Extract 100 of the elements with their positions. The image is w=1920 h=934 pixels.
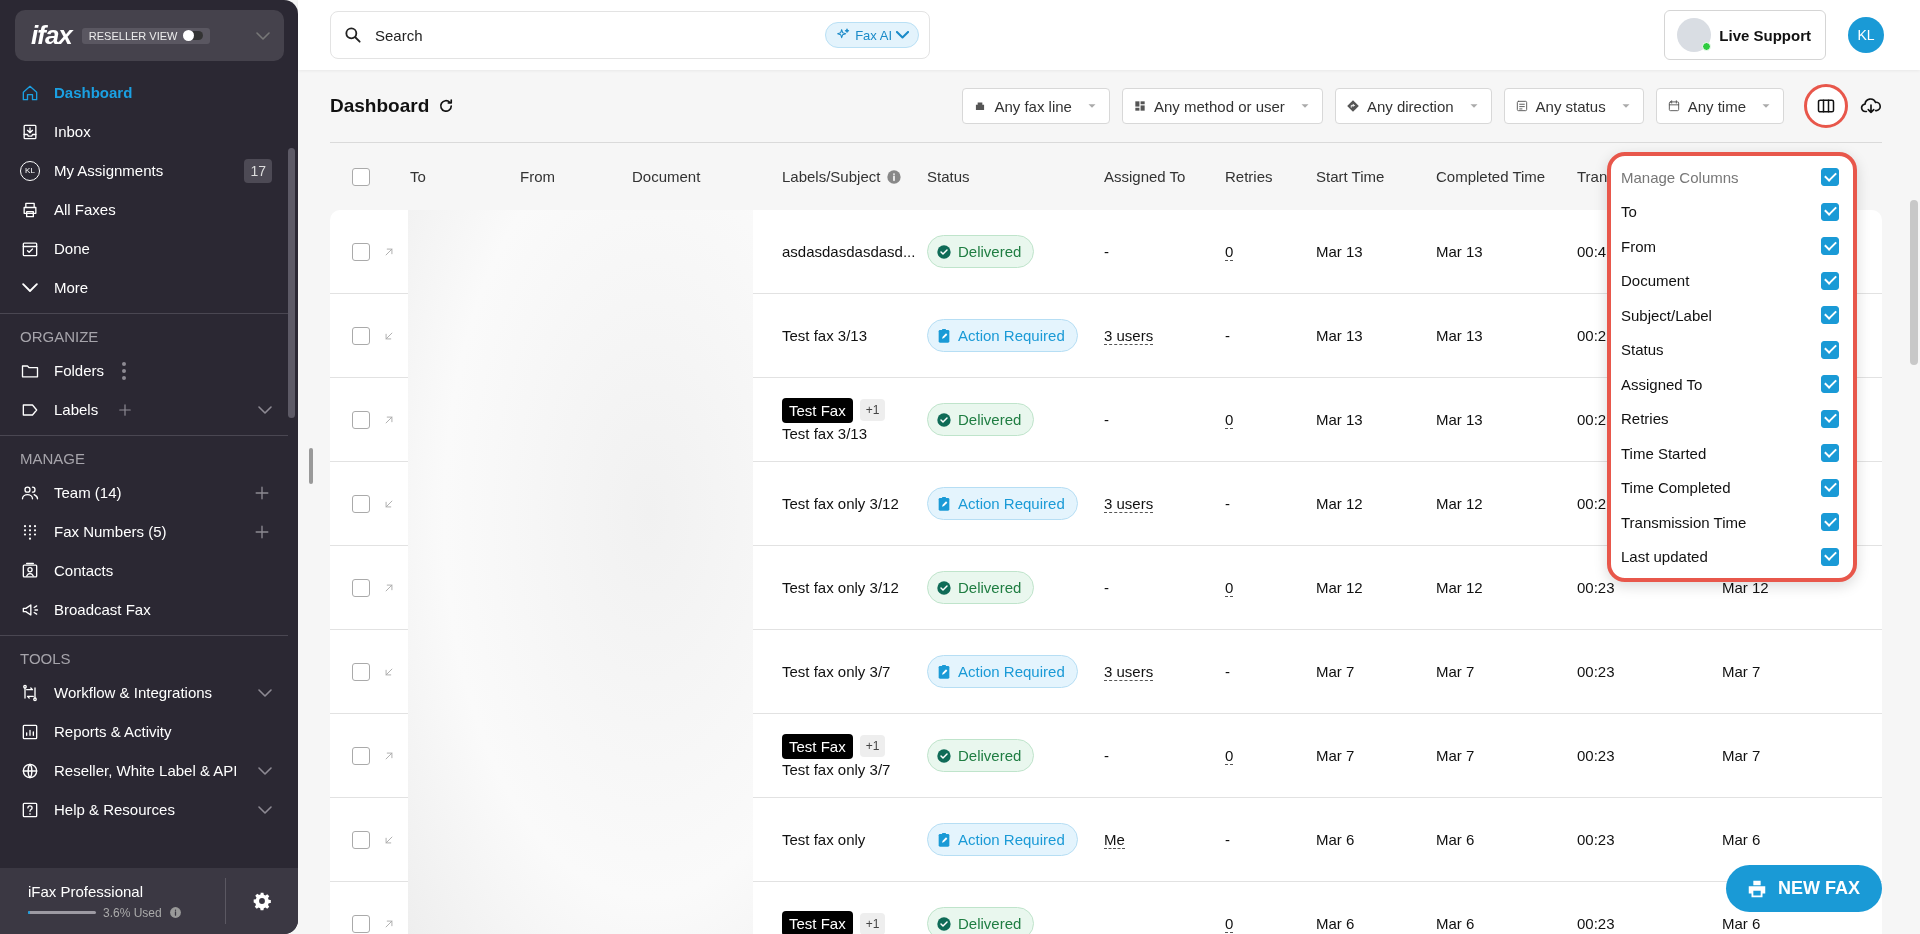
checkbox[interactable] <box>1821 168 1839 187</box>
nav-item[interactable]: Done <box>20 238 90 259</box>
search-field[interactable]: Search Fax AI <box>330 11 930 59</box>
label-tag[interactable]: Test Fax <box>782 397 853 423</box>
filter-dropdown[interactable]: Any time <box>1655 88 1784 124</box>
checkbox[interactable] <box>1821 375 1839 394</box>
filter-dropdown[interactable]: Any fax line <box>962 88 1110 124</box>
checkbox[interactable] <box>1821 237 1839 256</box>
menu-item[interactable]: Subject/Label <box>1621 306 1712 324</box>
label-tag[interactable]: Test Fax <box>782 733 853 759</box>
checkbox[interactable] <box>1821 478 1839 497</box>
nav-item[interactable]: Reports & Activity <box>20 721 172 742</box>
nav-item[interactable]: More <box>20 279 89 296</box>
column-header[interactable]: Tran <box>1577 168 1608 185</box>
delivered-status[interactable]: Delivered <box>927 235 1035 268</box>
checkbox[interactable] <box>1821 547 1839 566</box>
columns-button[interactable] <box>1804 84 1848 128</box>
column-header[interactable]: Assigned To <box>1104 168 1186 185</box>
checkbox[interactable] <box>352 662 370 681</box>
nav-item[interactable]: Contacts <box>20 560 114 581</box>
checkbox[interactable] <box>352 578 370 597</box>
table-cell: Mar 7 <box>1436 663 1475 680</box>
account-switcher[interactable]: ifax RESELLER VIEW <box>15 10 284 61</box>
checkbox[interactable] <box>1821 444 1839 463</box>
table-cell: Mar 12 <box>1722 579 1769 596</box>
menu-item[interactable]: Assigned To <box>1621 375 1703 393</box>
table-cell: Mar 6 <box>1316 915 1355 932</box>
label-tag[interactable]: Test Fax <box>782 911 853 934</box>
column-header[interactable]: Labels/Subject <box>782 168 881 185</box>
checkbox[interactable] <box>1821 306 1839 325</box>
nav-item[interactable]: Broadcast Fax <box>20 599 151 620</box>
table-cell[interactable]: 0 <box>1225 411 1234 429</box>
more-labels-count[interactable]: +1 <box>859 399 886 421</box>
nav-item[interactable]: Fax Numbers (5) <box>20 521 167 542</box>
filter-dropdown[interactable]: Any method or user <box>1121 88 1323 124</box>
delivered-status[interactable]: Delivered <box>927 571 1035 604</box>
table-cell[interactable]: 3 users <box>1104 663 1154 681</box>
section-heading: ORGANIZE <box>19 327 100 347</box>
menu-item[interactable]: To <box>1621 203 1637 221</box>
menu-item[interactable]: Status <box>1621 341 1664 359</box>
delivered-status[interactable]: Delivered <box>927 907 1035 934</box>
table-cell[interactable]: Me <box>1104 831 1125 849</box>
checkbox[interactable] <box>1821 271 1839 290</box>
nav-item[interactable]: All Faxes <box>20 199 116 220</box>
nav-item[interactable]: Team (14) <box>20 482 122 503</box>
menu-item[interactable]: Document <box>1621 272 1690 290</box>
column-header[interactable]: Completed Time <box>1436 168 1546 185</box>
nav-item[interactable]: Reseller, White Label & API <box>20 760 238 781</box>
menu-item[interactable]: Time Started <box>1621 444 1707 462</box>
more-labels-count[interactable]: +1 <box>859 912 886 934</box>
checkbox[interactable] <box>1821 409 1839 428</box>
resize-handle[interactable] <box>309 448 313 484</box>
checkbox[interactable] <box>352 494 370 513</box>
checkbox[interactable] <box>352 242 370 261</box>
menu-item[interactable]: Retries <box>1621 410 1669 428</box>
chevron-down-icon <box>258 688 272 697</box>
table-cell[interactable]: 0 <box>1225 243 1234 261</box>
filter-dropdown[interactable]: Any status <box>1503 88 1644 124</box>
reseller-view-toggle[interactable]: RESELLER VIEW <box>81 27 211 44</box>
checkbox[interactable] <box>352 746 370 765</box>
nav-item[interactable]: Folders <box>20 360 105 381</box>
table-cell[interactable]: 0 <box>1225 915 1234 933</box>
checkbox[interactable] <box>352 914 370 933</box>
column-header[interactable]: From <box>520 168 555 185</box>
table-cell[interactable]: 0 <box>1225 579 1234 597</box>
menu-item[interactable]: Transmission Time <box>1621 513 1747 531</box>
table-cell[interactable]: 0 <box>1225 747 1234 765</box>
live-support-button[interactable]: Live Support <box>1664 10 1826 60</box>
column-header[interactable]: Document <box>632 168 701 185</box>
checkbox[interactable] <box>352 326 370 345</box>
nav-item[interactable]: Labels <box>20 399 99 420</box>
nav-item[interactable]: Workflow & Integrations <box>20 682 213 703</box>
checkbox[interactable] <box>352 830 370 849</box>
menu-item[interactable]: Last updated <box>1621 548 1708 566</box>
scrollbar[interactable] <box>1910 200 1918 365</box>
column-header[interactable]: Status <box>927 168 970 185</box>
column-header[interactable]: Retries <box>1225 168 1273 185</box>
nav-item[interactable]: Dashboard <box>20 82 133 103</box>
menu-item[interactable]: Time Completed <box>1621 479 1731 497</box>
column-header[interactable]: Start Time <box>1316 168 1385 185</box>
nav-item[interactable]: Help & Resources <box>20 799 175 820</box>
nav-item[interactable]: Inbox <box>20 121 91 142</box>
nav-item[interactable]: KL My Assignments <box>20 160 164 181</box>
more-labels-count[interactable]: +1 <box>859 735 886 757</box>
table-cell[interactable]: 3 users <box>1104 327 1154 345</box>
checkbox[interactable] <box>352 167 370 186</box>
menu-item[interactable]: From <box>1621 237 1656 255</box>
table-cell[interactable]: 3 users <box>1104 495 1154 513</box>
column-header[interactable]: To <box>410 168 426 185</box>
checkbox[interactable] <box>352 410 370 429</box>
filter-dropdown[interactable]: Any direction <box>1334 88 1492 124</box>
calendar-icon <box>1666 99 1681 113</box>
scrollbar[interactable] <box>288 148 295 418</box>
checkbox[interactable] <box>1821 340 1839 359</box>
fax-ai-button[interactable]: Fax AI <box>825 22 919 48</box>
delivered-status[interactable]: Delivered <box>927 739 1035 772</box>
checkbox[interactable] <box>1821 513 1839 532</box>
delivered-status[interactable]: Delivered <box>927 403 1035 436</box>
settings-icon <box>252 891 272 911</box>
checkbox[interactable] <box>1821 202 1839 221</box>
